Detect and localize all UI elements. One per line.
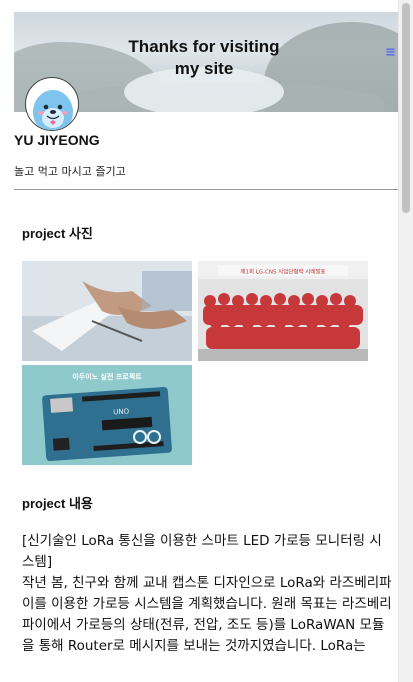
arduino-photo-caption: 아두이노 실전 프로젝트 (72, 372, 142, 381)
divider (14, 189, 398, 190)
business-handshake-image (22, 261, 192, 361)
arduino-board-image: 아두이노 실전 프로젝트 UNO (22, 365, 192, 465)
arduino-project-photo[interactable]: 아두이노 실전 프로젝트 UNO (22, 365, 192, 465)
profile-tagline: 놀고 먹고 마시고 즐기고 (14, 165, 126, 178)
project-heading: [신기술인 LoRa 통신을 이용한 스마트 LED 가로등 모니터링 시스템] (22, 533, 382, 570)
project-description: [신기술인 LoRa 통신을 이용한 스마트 LED 가로등 모니터링 시스템]… (22, 531, 394, 657)
team-group-image: 제1회 LG-CNS 사업단협력 사례발표 (198, 261, 368, 361)
profile-name: YU JIYEONG (14, 132, 100, 148)
team-group-photo[interactable]: 제1회 LG-CNS 사업단협력 사례발표 (198, 261, 368, 361)
business-handshake-photo[interactable] (22, 261, 192, 361)
banner-title-line2: my site (174, 59, 234, 78)
scrollbar-thumb[interactable] (402, 3, 410, 213)
scrollbar[interactable] (398, 0, 413, 682)
content-section-title: project 내용 (22, 496, 93, 511)
avatar (25, 77, 79, 131)
banner-title: Thanks for visiting my site (104, 36, 304, 80)
hamburger-menu-icon[interactable]: ≡ (385, 46, 396, 59)
group-photo-caption: 제1회 LG-CNS 사업단협력 사례발표 (240, 268, 325, 276)
arduino-board-label: UNO (113, 407, 130, 416)
project-body: 작년 봄, 친구와 함께 교내 캡스톤 디자인으로 LoRa와 라즈베리파이를 … (22, 575, 392, 654)
photos-section-title: project 사진 (22, 226, 93, 241)
banner-title-line1: Thanks for visiting (128, 37, 280, 56)
seal-character-icon (33, 90, 73, 130)
page: Thanks for visiting my site ≡ YU JIYEONG… (0, 0, 413, 682)
